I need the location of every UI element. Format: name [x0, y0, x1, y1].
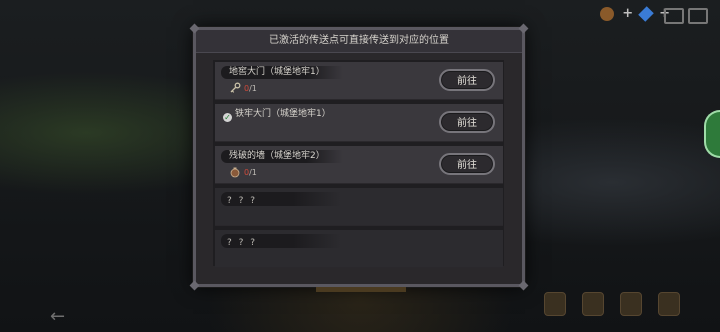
teleport-list: 地窖大门（城堡地牢1） 0/1 前往 ✓ 铁牢大门（城堡地牢1） 前往 残破的墙… [213, 60, 504, 268]
mail-icon[interactable] [664, 8, 684, 24]
teleport-row-locked: ? ? ? [215, 188, 503, 226]
dialog-title: 已激活的传送点可直接传送到对应的位置 [196, 30, 522, 53]
top-hud: + + [600, 5, 670, 22]
bottom-menu-icon[interactable] [620, 292, 642, 316]
teleport-name: 铁牢大门（城堡地牢1） [235, 109, 331, 119]
go-button[interactable]: 前往 [439, 69, 495, 91]
teleport-row: 地窖大门（城堡地牢1） 0/1 前往 [215, 62, 503, 100]
gem-icon [638, 5, 654, 22]
locked-name: ? ? ? [227, 196, 258, 206]
key-icon [230, 82, 241, 93]
dialog-footer-ornament [316, 287, 406, 292]
teleport-row: ✓ 铁牢大门（城堡地牢1） 前往 [215, 104, 503, 142]
go-button[interactable]: 前往 [439, 153, 495, 175]
coin-icon [600, 6, 615, 21]
bottom-menu-icon[interactable] [658, 292, 680, 316]
bomb-icon [230, 167, 240, 178]
back-arrow-icon[interactable]: ← [50, 306, 65, 327]
bottom-menu [544, 292, 680, 316]
locked-name: ? ? ? [227, 238, 258, 248]
bottom-menu-icon[interactable] [544, 292, 566, 316]
teleport-name: 残破的墙（城堡地牢2） [221, 150, 343, 163]
teleport-row: 残破的墙（城堡地牢2） 0/1 前往 [215, 146, 503, 184]
teleport-row-locked: ? ? ? [215, 230, 503, 268]
go-button[interactable]: 前往 [439, 111, 495, 133]
progress-total: /1 [249, 167, 257, 177]
teleport-name: 地窖大门（城堡地牢1） [221, 66, 343, 79]
teleport-dialog: 已激活的传送点可直接传送到对应的位置 地窖大门（城堡地牢1） 0/1 前往 ✓ … [189, 23, 529, 292]
bottom-menu-icon[interactable] [582, 292, 604, 316]
progress-total: /1 [249, 83, 257, 93]
check-icon: ✓ [223, 113, 232, 122]
side-expand-tab[interactable] [704, 110, 720, 158]
unlock-progress: 0/1 [229, 82, 257, 94]
unlock-progress: 0/1 [229, 166, 257, 178]
add-coin-icon[interactable]: + [622, 6, 633, 21]
menu-icon[interactable] [688, 8, 708, 24]
